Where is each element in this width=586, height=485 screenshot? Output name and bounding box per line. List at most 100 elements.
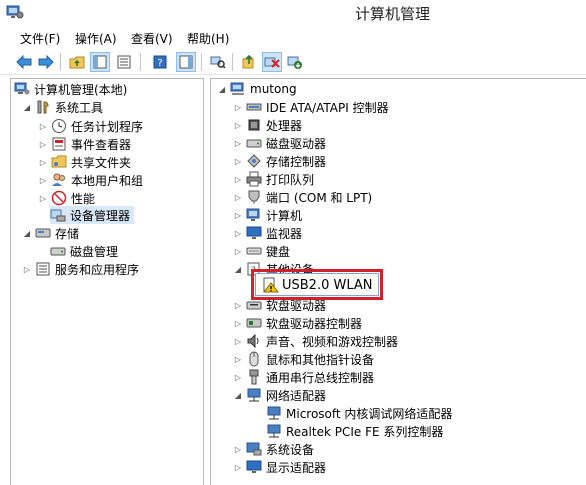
collapsed-arrow-icon[interactable]: ▷ bbox=[38, 193, 48, 203]
toolbar: ? bbox=[0, 49, 586, 75]
device-category-monitors[interactable]: ▷ 监视器 bbox=[233, 224, 302, 242]
device-ms-kernel-debug-adapter[interactable]: Microsoft 内核调试网络适配器 bbox=[266, 404, 452, 422]
toolbar-separator bbox=[60, 53, 61, 71]
collapsed-arrow-icon[interactable]: ▷ bbox=[233, 102, 243, 112]
svg-text:?: ? bbox=[157, 58, 162, 69]
network-adapter-icon bbox=[266, 423, 282, 439]
expanded-arrow-icon[interactable]: ◢ bbox=[233, 390, 243, 400]
device-category-ide[interactable]: ▷ IDE ATA/ATAPI 控制器 bbox=[233, 98, 389, 116]
tree-item-task-scheduler[interactable]: ▷ 任务计划程序 bbox=[38, 117, 143, 135]
device-category-storage-controllers[interactable]: ▷ 存储控制器 bbox=[233, 152, 326, 170]
device-category-print-queues[interactable]: ▷ 打印队列 bbox=[233, 170, 314, 188]
mouse-icon bbox=[246, 351, 262, 367]
tree-item-performance[interactable]: ▷ 性能 bbox=[38, 189, 95, 207]
up-folder-icon[interactable] bbox=[67, 52, 87, 72]
collapsed-arrow-icon[interactable]: ▷ bbox=[233, 354, 243, 364]
collapsed-arrow-icon[interactable]: ▷ bbox=[38, 121, 48, 131]
menu-file[interactable]: 文件(F) bbox=[20, 30, 60, 47]
collapsed-arrow-icon[interactable]: ▷ bbox=[38, 139, 48, 149]
network-adapter-icon bbox=[246, 387, 262, 403]
device-category-usb-controllers[interactable]: ▷ 通用串行总线控制器 bbox=[233, 368, 374, 386]
tree-item-local-users[interactable]: ▷ 本地用户和组 bbox=[38, 171, 143, 189]
expanded-arrow-icon[interactable]: ◢ bbox=[217, 84, 227, 94]
device-category-disk-drives[interactable]: ▷ 磁盘驱动器 bbox=[233, 134, 326, 152]
device-realtek-pcie-fe[interactable]: Realtek PCIe FE 系列控制器 bbox=[266, 422, 443, 440]
floppy-drive-icon bbox=[246, 297, 262, 313]
collapsed-arrow-icon[interactable]: ▷ bbox=[233, 156, 243, 166]
device-usb-wlan[interactable]: USB2.0 WLAN bbox=[262, 276, 373, 294]
toolbar-separator bbox=[201, 53, 202, 71]
collapsed-arrow-icon[interactable]: ▷ bbox=[233, 120, 243, 130]
device-category-mice[interactable]: ▷ 鼠标和其他指针设备 bbox=[233, 350, 374, 368]
collapsed-arrow-icon[interactable]: ▷ bbox=[233, 210, 243, 220]
collapsed-arrow-icon[interactable]: ▷ bbox=[233, 138, 243, 148]
collapsed-arrow-icon[interactable]: ▷ bbox=[233, 246, 243, 256]
action-pane-icon[interactable] bbox=[176, 52, 196, 72]
collapsed-arrow-icon[interactable]: ▷ bbox=[233, 192, 243, 202]
tree-item-disk-management[interactable]: 磁盘管理 bbox=[50, 242, 118, 260]
expanded-arrow-icon[interactable]: ◢ bbox=[22, 102, 32, 112]
forward-arrow-icon[interactable] bbox=[36, 52, 56, 72]
disk-drive-icon bbox=[246, 135, 262, 151]
usb-icon bbox=[246, 369, 262, 385]
device-category-sound[interactable]: ▷ 声音、视频和游戏控制器 bbox=[233, 332, 398, 350]
device-category-processor[interactable]: ▷ 处理器 bbox=[233, 116, 302, 134]
users-icon bbox=[51, 172, 67, 188]
device-category-keyboards[interactable]: ▷ 键盘 bbox=[233, 242, 290, 260]
device-category-ports[interactable]: ▷ 端口 (COM 和 LPT) bbox=[233, 188, 372, 206]
show-tree-icon[interactable] bbox=[90, 52, 110, 72]
update-driver-icon[interactable] bbox=[239, 52, 259, 72]
expanded-arrow-icon[interactable]: ◢ bbox=[233, 264, 243, 274]
menu-action[interactable]: 操作(A) bbox=[75, 30, 117, 47]
menu-help[interactable]: 帮助(H) bbox=[187, 30, 229, 47]
scan-hardware-icon[interactable] bbox=[208, 52, 228, 72]
device-manager-icon bbox=[50, 207, 66, 223]
help-icon[interactable]: ? bbox=[150, 52, 170, 72]
device-category-system-devices[interactable]: ▷ 系统设备 bbox=[233, 440, 314, 458]
collapsed-arrow-icon[interactable]: ▷ bbox=[233, 444, 243, 454]
properties-list-icon[interactable] bbox=[114, 52, 134, 72]
back-arrow-icon[interactable] bbox=[14, 52, 34, 72]
tree-item-event-viewer[interactable]: ▷ 事件查看器 bbox=[38, 135, 131, 153]
collapsed-arrow-icon[interactable]: ▷ bbox=[233, 336, 243, 346]
uninstall-device-icon[interactable] bbox=[262, 52, 282, 72]
toolbar-separator bbox=[232, 53, 233, 71]
disk-management-icon bbox=[50, 243, 66, 259]
tree-item-services[interactable]: ▷ 服务和应用程序 bbox=[22, 260, 139, 278]
collapsed-arrow-icon[interactable]: ▷ bbox=[233, 228, 243, 238]
device-category-floppy-drives[interactable]: ▷ 软盘驱动器 bbox=[233, 296, 326, 314]
collapsed-arrow-icon[interactable]: ▷ bbox=[38, 175, 48, 185]
keyboard-icon bbox=[246, 243, 262, 259]
title-bar: 计算机管理 bbox=[0, 0, 586, 27]
port-icon bbox=[246, 189, 262, 205]
tree-item-shared-folders[interactable]: ▷ 共享文件夹 bbox=[38, 153, 131, 171]
tree-item-system-tools[interactable]: ◢ 系统工具 bbox=[22, 98, 103, 116]
collapsed-arrow-icon[interactable]: ▷ bbox=[233, 372, 243, 382]
menu-bar: 文件(F) 操作(A) 查看(V) 帮助(H) bbox=[0, 27, 586, 49]
device-category-computer[interactable]: ▷ 计算机 bbox=[233, 206, 302, 224]
collapsed-arrow-icon[interactable]: ▷ bbox=[38, 157, 48, 167]
device-category-display-adapters[interactable]: ▷ 显示适配器 bbox=[233, 458, 326, 476]
device-tree-root[interactable]: ◢ mutong bbox=[217, 80, 297, 98]
collapsed-arrow-icon[interactable]: ▷ bbox=[233, 300, 243, 310]
tools-icon bbox=[35, 99, 51, 115]
tree-item-storage[interactable]: ◢ 存储 bbox=[22, 224, 79, 242]
device-category-network-adapters[interactable]: ◢ 网络适配器 bbox=[233, 386, 326, 404]
speaker-icon bbox=[246, 333, 262, 349]
collapsed-arrow-icon[interactable]: ▷ bbox=[233, 174, 243, 184]
services-icon bbox=[35, 261, 51, 277]
collapsed-arrow-icon[interactable]: ▷ bbox=[22, 264, 32, 274]
collapsed-arrow-icon[interactable]: ▷ bbox=[233, 318, 243, 328]
performance-icon bbox=[51, 190, 67, 206]
enable-device-icon[interactable] bbox=[285, 52, 305, 72]
device-category-floppy-controllers[interactable]: ▷ 软盘驱动器控制器 bbox=[233, 314, 362, 332]
computer-icon bbox=[230, 81, 246, 97]
tree-root-computer-management[interactable]: 计算机管理(本地) bbox=[14, 80, 127, 98]
system-device-icon bbox=[246, 441, 262, 457]
expanded-arrow-icon[interactable]: ◢ bbox=[22, 228, 32, 238]
collapsed-arrow-icon[interactable]: ▷ bbox=[233, 462, 243, 472]
menu-view[interactable]: 查看(V) bbox=[131, 30, 173, 47]
shared-folder-icon bbox=[51, 154, 67, 170]
tree-item-device-manager[interactable]: 设备管理器 bbox=[50, 206, 135, 224]
display-adapter-icon bbox=[246, 459, 262, 475]
